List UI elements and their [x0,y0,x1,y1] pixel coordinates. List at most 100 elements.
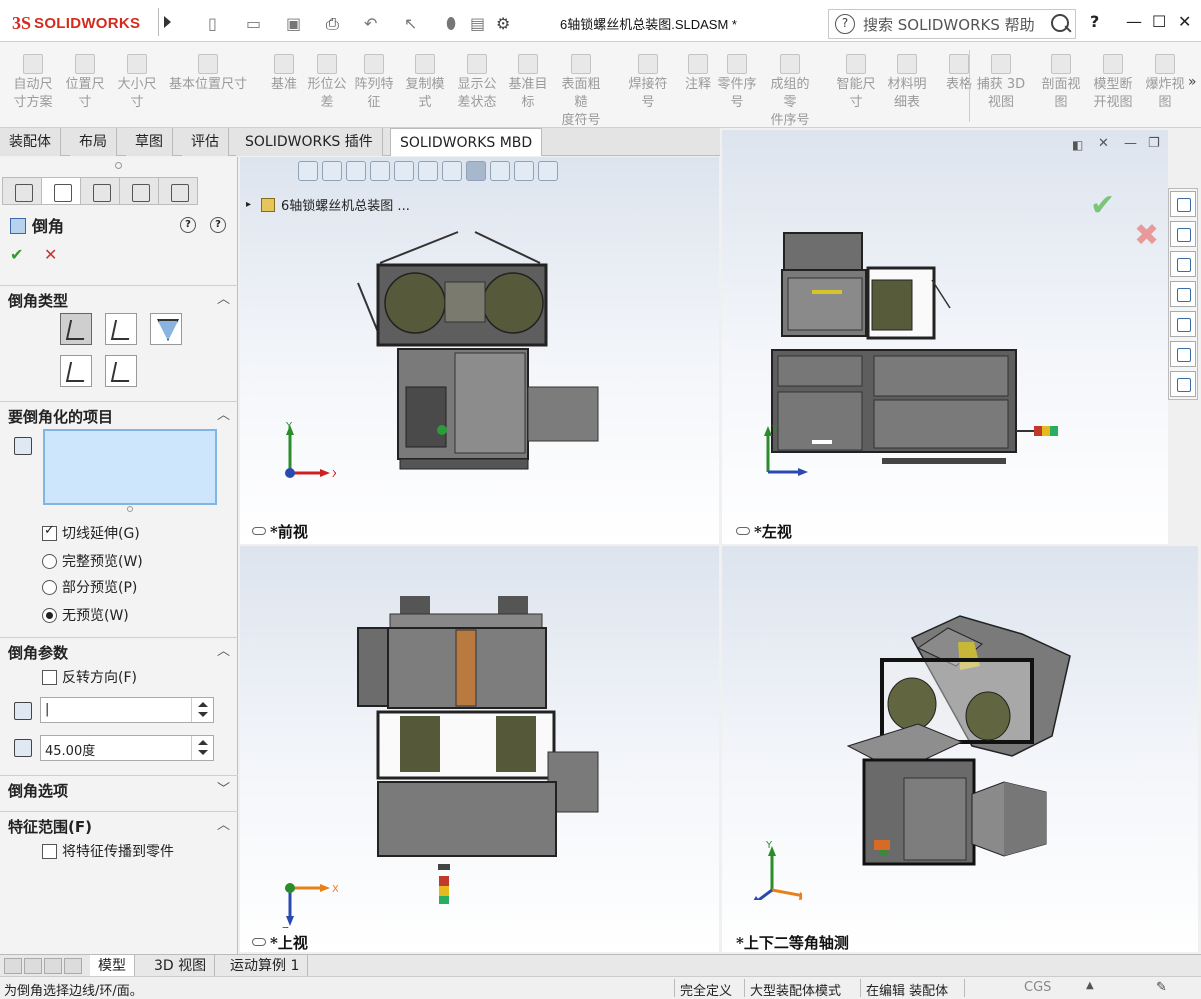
expand-icon[interactable]: ﹀ [217,778,230,797]
cmd-button-14[interactable]: 成组的零 件序号 [765,54,815,130]
view-palette-icon[interactable] [1170,281,1196,307]
tangent-checkbox[interactable] [42,523,57,541]
rebuild-status-icon[interactable]: ✎ [1156,980,1167,995]
file-explorer-icon[interactable] [1170,251,1196,277]
angle-spinner[interactable] [191,736,213,760]
collapse-icon[interactable]: ︿ [217,404,230,423]
file-properties-icon[interactable]: ▤ [470,14,485,36]
section-params[interactable]: 倒角参数 ︿ [0,637,238,662]
cmd-button-20[interactable]: 模型断 开视图 [1088,54,1138,112]
resize-handle[interactable] [127,506,133,512]
tab-2[interactable]: 草图 [126,128,173,156]
cmd-button-21[interactable]: 爆炸视图 [1140,54,1190,112]
cmd-button-16[interactable]: 材料明 细表 [882,54,932,112]
new-document-icon[interactable]: ▯ [208,14,217,36]
full-preview-option[interactable]: 完整预览(W) [42,551,143,571]
partial-preview-option[interactable]: 部分预览(P) [42,577,137,597]
prev-tab-icon[interactable] [24,958,42,974]
reverse-checkbox[interactable] [42,669,57,685]
cmd-button-1[interactable]: 位置尺寸 [60,54,110,112]
partial-preview-radio[interactable] [42,579,57,595]
cmd-button-10[interactable]: 表面粗糙 度符号 [556,54,606,130]
vertex-chamfer-button[interactable] [150,313,182,345]
ok-button[interactable]: ✔ [10,245,23,264]
pm-help-icon[interactable]: ? [210,217,226,233]
custom-properties-icon[interactable] [1170,341,1196,367]
zoom-to-fit-icon[interactable] [298,161,318,181]
cmd-button-9[interactable]: 基准目标 [503,54,553,112]
angle-distance-button[interactable] [60,313,92,345]
bottom-tab-0[interactable]: 模型 [90,955,135,977]
cmd-button-15[interactable]: 智能尺寸 [831,54,881,112]
open-icon[interactable]: ▭ [246,14,261,36]
cmd-button-6[interactable]: 阵列特征 [349,54,399,112]
search-icon[interactable] [1045,10,1075,38]
collapse-icon[interactable]: ︿ [217,814,230,833]
rebuild-icon[interactable]: ⬮ [446,14,456,36]
viewport-close-icon[interactable]: ✕ [1098,136,1109,151]
cmd-button-18[interactable]: 捕获 3D 视图 [976,54,1026,112]
edit-appearance-icon[interactable] [490,161,510,181]
dimxpert-manager-tab[interactable] [119,177,159,205]
section-view-icon[interactable] [370,161,390,181]
apply-scene-icon[interactable] [514,161,534,181]
cmd-button-2[interactable]: 大小尺寸 [112,54,162,112]
maximize-button[interactable]: ☐ [1152,12,1166,31]
cmd-button-19[interactable]: 剖面视图 [1036,54,1086,112]
options-gear-icon[interactable]: ⚙ [496,14,510,36]
save-icon[interactable]: ▣ [286,14,301,36]
next-tab-icon[interactable] [44,958,62,974]
help-search-input[interactable]: ? 搜索 SOLIDWORKS 帮助 [828,9,1076,39]
print-icon[interactable]: ⎙ [326,14,339,36]
distance-input[interactable]: | [40,697,214,723]
viewport-front[interactable]: Y X *前视 [240,157,719,544]
section-chamfer-type[interactable]: 倒角类型 ︿ [0,285,238,310]
home-icon[interactable] [1170,191,1196,217]
section-items[interactable]: 要倒角化的项目 ︿ [0,401,238,426]
whats-wrong-icon[interactable]: ? [180,217,196,233]
cmd-button-5[interactable]: 形位公差 [302,54,352,112]
collapse-icon[interactable]: ︿ [217,640,230,659]
face-face-button[interactable] [105,355,137,387]
display-manager-tab[interactable] [158,177,198,205]
forum-icon[interactable] [1170,371,1196,397]
distance-spinner[interactable] [191,698,213,722]
design-library-icon[interactable] [1170,221,1196,247]
solidworks-logo[interactable]: 3S SOLIDWORKS [12,10,154,36]
bottom-tab-1[interactable]: 3D 视图 [146,955,216,977]
tab-3[interactable]: 评估 [182,128,229,156]
items-selection-box[interactable] [43,429,217,505]
help-button[interactable]: ? [1090,12,1099,31]
flyout-feature-tree[interactable]: ▸ 6轴锁螺丝机总装图 ... [246,195,410,214]
viewport-restore-icon[interactable]: ❐ [1148,136,1160,151]
viewport-top[interactable]: X Z *上视 [240,546,719,952]
section-options[interactable]: 倒角选项 ﹀ [0,775,238,800]
angle-input[interactable]: 45.00度 [40,735,214,761]
cmd-button-0[interactable]: 自动尺 寸方案 [8,54,58,112]
status-units[interactable]: CGS [1024,980,1051,995]
minimize-button[interactable]: — [1126,12,1142,31]
cmd-button-11[interactable]: 焊接符号 [623,54,673,112]
propagate-checkbox[interactable] [42,843,57,859]
bottom-tab-2[interactable]: 运动算例 1 [222,955,309,977]
full-preview-radio[interactable] [42,553,57,569]
units-dropdown-icon[interactable]: ▲ [1086,980,1094,991]
property-manager-tab[interactable] [41,177,81,205]
confirm-corner-ok-icon[interactable]: ✔ [1090,188,1115,223]
viewport-isometric[interactable]: Y X Z *上下二等角轴测 [722,546,1198,952]
cmd-button-8[interactable]: 显示公 差状态 [452,54,502,112]
view-orientation-icon[interactable] [418,161,438,181]
distance-distance-button[interactable] [105,313,137,345]
undo-icon[interactable]: ↶ [364,14,377,36]
hide-show-items-icon[interactable] [466,161,486,181]
zoom-to-area-icon[interactable] [322,161,342,181]
tangent-propagation-option[interactable]: 切线延伸(G) [42,523,140,543]
tab-1[interactable]: 布局 [70,128,117,156]
last-tab-icon[interactable] [64,958,82,974]
view-settings-icon[interactable] [538,161,558,181]
tab-0[interactable]: 装配体 [0,128,61,156]
viewport-prev-icon[interactable]: ◧ [1072,138,1083,152]
cancel-button[interactable]: ✕ [44,245,57,264]
cmd-button-3[interactable]: 基本位置尺寸 [163,54,253,94]
no-preview-radio[interactable] [42,607,57,623]
